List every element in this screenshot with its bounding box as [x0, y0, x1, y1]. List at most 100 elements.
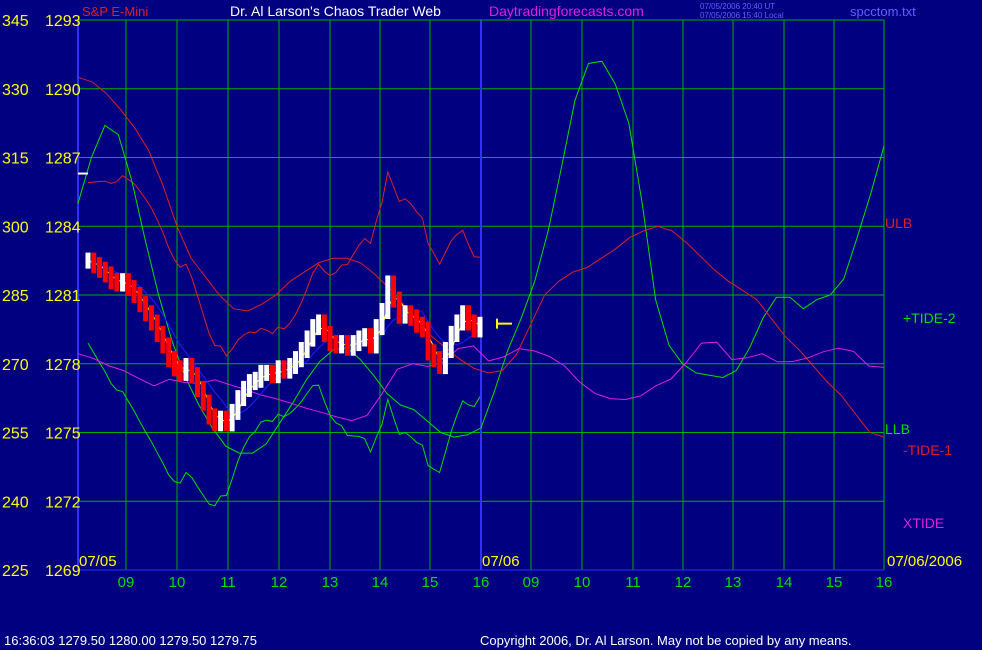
x-tick-label: 14 [776, 574, 793, 591]
price-bar [448, 325, 454, 358]
left-axis-label: 225 [2, 563, 29, 580]
price-bar [293, 351, 298, 374]
price-bar [321, 314, 327, 342]
price-bar [373, 319, 379, 354]
price-bar [97, 257, 102, 278]
date-end: 07/06/2006 [887, 553, 962, 570]
price-bar [419, 316, 425, 338]
price-bar [206, 394, 212, 425]
instrument-label: S&P E-Mini [82, 4, 148, 19]
copyright: Copyright 2006, Dr. Al Larson. May not b… [480, 633, 851, 648]
x-tick-label: 14 [372, 574, 389, 591]
x-tick-label: 10 [169, 574, 186, 591]
price-bar [91, 252, 97, 274]
x-tick-label: 10 [574, 574, 591, 591]
left-axis-label: 285 [2, 288, 29, 305]
price-bar [333, 335, 339, 354]
price-bar [183, 358, 189, 381]
x-tick-label: 12 [675, 574, 692, 591]
price-bar [454, 314, 460, 342]
last-quote: 16:36:03 1279.50 1280.00 1279.50 1279.75 [4, 633, 257, 648]
price-bar [379, 303, 385, 336]
price-bar [131, 280, 137, 303]
chart-title: Dr. Al Larson's Chaos Trader Web [230, 3, 441, 19]
x-tick-label: 11 [625, 574, 641, 591]
price-bar [304, 330, 310, 358]
price-bar [414, 309, 420, 333]
price-bar [391, 275, 396, 308]
price-bar [264, 364, 270, 381]
left-axis-label: 300 [2, 219, 29, 236]
price-axis-label: 1269 [45, 563, 81, 580]
price-axis-label: 1284 [45, 219, 81, 236]
price-bar [402, 305, 408, 324]
price-bar [252, 371, 258, 391]
x-tick-label: 15 [826, 574, 843, 591]
price-bar [350, 335, 356, 356]
price-bar [189, 358, 195, 384]
price-axis-label: 1293 [45, 13, 81, 30]
date-middle: 07/06 [482, 553, 520, 570]
price-bar [270, 364, 275, 384]
llb-label: LLB [885, 421, 910, 437]
website-link[interactable]: Daytradingforecasts.com [489, 3, 644, 19]
x-tick-label: 15 [422, 574, 439, 591]
price-bar [114, 273, 120, 292]
timestamp-ut: 07/05/2006 20:40 UT [700, 2, 775, 11]
left-axis-label: 345 [2, 13, 29, 30]
left-axis-label: 330 [2, 82, 29, 99]
price-bar [120, 273, 126, 292]
price-bar [356, 330, 362, 352]
left-axis-label: 315 [2, 151, 29, 168]
left-axis-label: 270 [2, 357, 29, 374]
price-bar [154, 314, 160, 342]
price-bar [275, 360, 281, 384]
timestamp-local: 07/05/2006 15:40 Local [700, 11, 784, 20]
price-bar [223, 410, 229, 432]
price-bar [212, 408, 218, 432]
price-bar [437, 351, 443, 374]
price-bar [235, 390, 241, 420]
x-tick-label: 09 [118, 574, 135, 591]
x-tick-label: 09 [523, 574, 540, 591]
price-bar [172, 351, 177, 377]
price-bar [108, 266, 114, 290]
tide1-label: -TIDE-1 [903, 442, 952, 458]
x-tick-label: 12 [271, 574, 288, 591]
date-start: 07/05 [79, 553, 117, 570]
price-axis-label: 1287 [45, 151, 81, 168]
price-bar [246, 374, 252, 397]
x-tick-label: 16 [876, 574, 893, 591]
price-bar [102, 261, 108, 283]
price-axis-label: 1275 [45, 426, 81, 443]
price-axis-label: 1281 [45, 288, 81, 305]
price-bar [431, 344, 437, 368]
price-bar [160, 325, 166, 354]
price-bar [177, 360, 183, 381]
price-bar [200, 380, 206, 411]
price-bar [218, 410, 224, 432]
price-bar [310, 319, 316, 347]
price-axis-label: 1278 [45, 357, 81, 374]
x-tick-label: 13 [725, 574, 742, 591]
x-tick-label: 13 [322, 574, 339, 591]
price-bar [471, 314, 477, 338]
price-bar [477, 316, 483, 338]
price-bar [327, 325, 333, 352]
price-bar [148, 305, 154, 331]
ulb-label: ULB [885, 215, 912, 231]
price-bar [339, 335, 345, 354]
xtide-label: XTIDE [903, 515, 944, 531]
price-bar [316, 314, 322, 336]
price-bar [241, 380, 247, 407]
left-axis-label: 255 [2, 426, 29, 443]
price-bar [281, 360, 287, 379]
price-bar [362, 328, 368, 347]
price-bar [137, 287, 143, 313]
price-bar [85, 252, 91, 269]
price-bar [166, 337, 172, 368]
price-bar [258, 364, 264, 388]
file-name: spcctom.txt [850, 4, 916, 19]
price-bar [396, 291, 402, 324]
price-bar [125, 273, 131, 297]
